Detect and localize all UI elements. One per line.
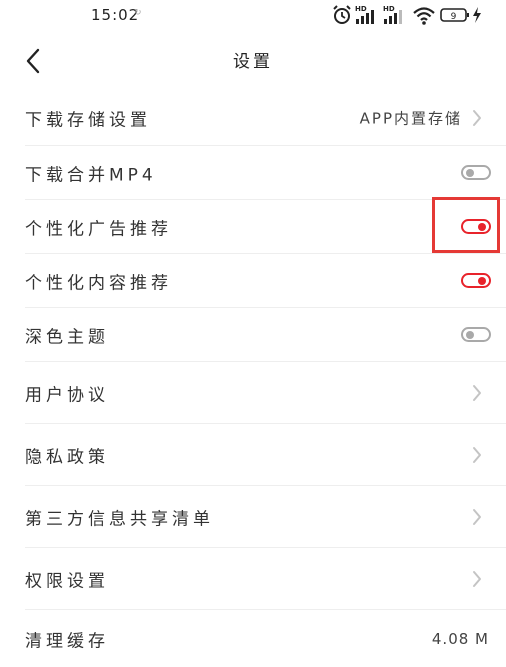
hd-signal-icon: HD [382,4,406,30]
dark-theme-toggle[interactable] [461,327,491,342]
chevron-right-icon [473,385,481,401]
notification-icon: ↻ [134,8,142,18]
settings-row-personalized-content: 个性化内容推荐 [0,254,506,308]
toggle-knob [466,331,474,339]
row-label: 深色主题 [25,327,109,348]
row-label: 下载存储设置 [25,110,151,131]
toggle-knob [478,223,486,231]
chevron-right-icon [473,110,481,126]
settings-row-permissions[interactable]: 权限设置 [0,548,506,610]
settings-row-dark-theme: 深色主题 [0,308,506,362]
settings-row-clear-cache[interactable]: 清理缓存 4.08 M [0,610,506,667]
wifi-icon [412,4,436,30]
status-time: 15:02 [91,6,140,24]
page-title: 设置 [233,52,273,72]
header: 设置 [0,34,506,88]
personalized-content-toggle[interactable] [461,273,491,288]
cache-size-value: 4.08 M [431,629,489,648]
battery-icon: 9 [440,7,470,27]
chevron-right-icon [473,571,481,587]
row-label: 权限设置 [25,571,109,592]
settings-screen: 15:02 ↻ HD HD 9 设置 下载存储设置 APP内置存储 下载合并MP… [0,0,506,667]
settings-row-user-agreement[interactable]: 用户协议 [0,362,506,424]
alarm-icon [332,4,352,30]
settings-row-download-merge-mp4: 下载合并MP4 [0,146,506,200]
toggle-knob [478,277,486,285]
chevron-right-icon [473,509,481,525]
battery-level: 9 [451,12,457,22]
chevron-right-icon [473,447,481,463]
row-label: 下载合并MP4 [25,165,157,186]
row-label: 个性化内容推荐 [25,273,172,294]
row-label: 第三方信息共享清单 [25,509,214,530]
row-label: 隐私政策 [25,447,109,468]
personalized-ads-toggle[interactable] [461,219,491,234]
charging-icon [472,6,482,28]
toggle-knob [466,169,474,177]
settings-row-personalized-ads: 个性化广告推荐 [0,200,506,254]
hd-signal-icon: HD [354,4,378,30]
row-label: 用户协议 [25,385,109,406]
row-value: APP内置存储 [359,109,462,128]
merge-mp4-toggle[interactable] [461,165,491,180]
settings-row-download-storage[interactable]: 下载存储设置 APP内置存储 [0,90,506,146]
row-label: 个性化广告推荐 [25,219,172,240]
row-label: 清理缓存 [25,631,109,651]
settings-row-privacy-policy[interactable]: 隐私政策 [0,424,506,486]
status-bar: 15:02 ↻ HD HD 9 [0,0,506,34]
hd-badge-text: HD [383,5,395,13]
hd-badge-text: HD [355,5,367,13]
settings-row-third-party-sharing[interactable]: 第三方信息共享清单 [0,486,506,548]
